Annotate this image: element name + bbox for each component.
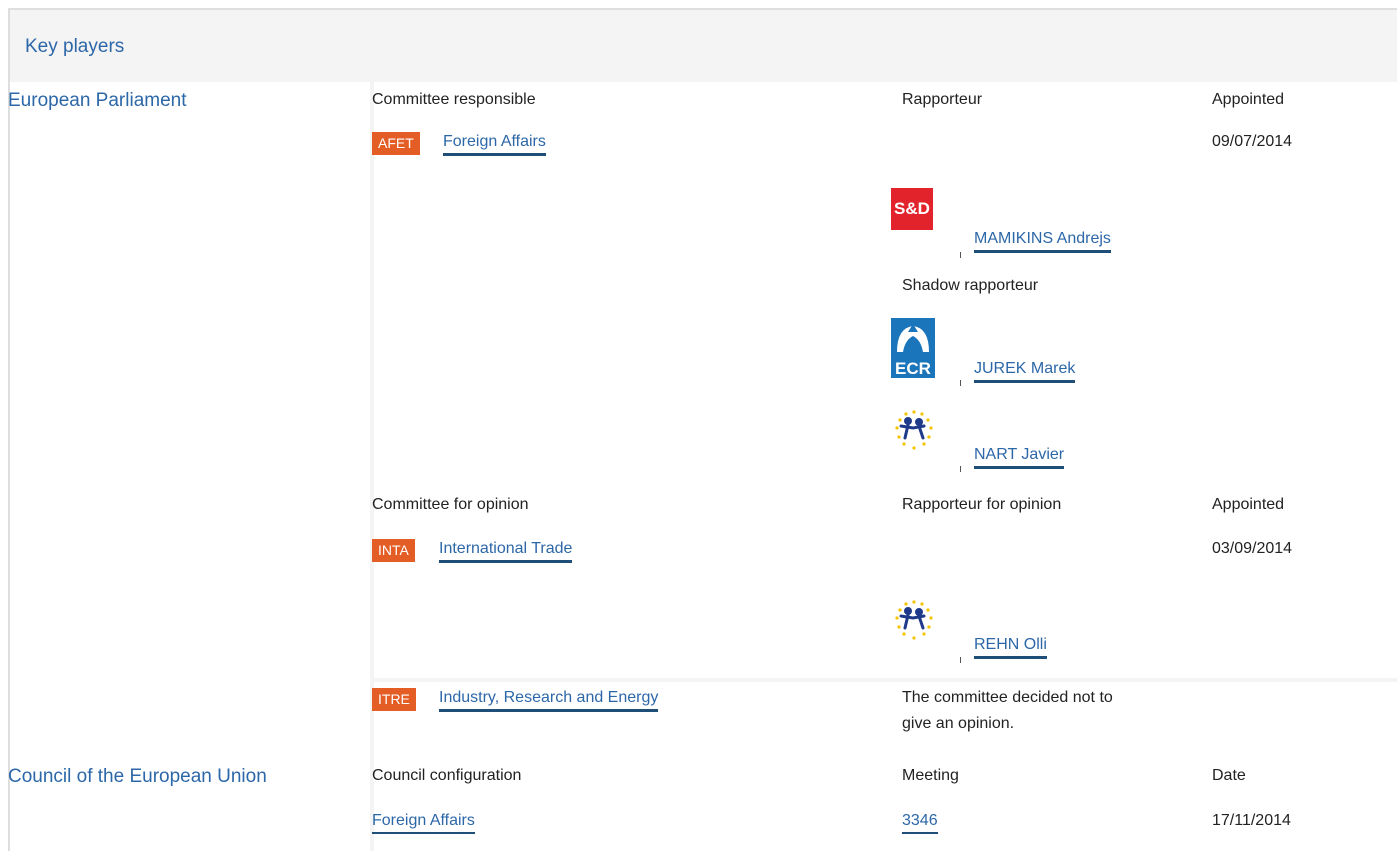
epp-logo-graphic (895, 410, 933, 450)
col-date: Date (1212, 767, 1246, 784)
sd-group-logo-icon: S&D (891, 188, 933, 230)
institution-european-parliament: European Parliament (8, 90, 187, 111)
tick-mark (960, 380, 961, 386)
svg-text:ECR: ECR (895, 359, 931, 378)
key-players-title: Key players (25, 36, 125, 57)
ecr-logo-graphic: ECR (895, 324, 931, 378)
epp-group-logo-icon (891, 406, 937, 462)
col-appointed-opinion: Appointed (1212, 496, 1285, 513)
committee-link-industry-research-energy[interactable]: Industry, Research and Energy (439, 689, 659, 712)
committee-badge-afet: AFET (372, 132, 420, 155)
tick-mark (960, 466, 961, 472)
col-rapporteur: Rapporteur (902, 91, 983, 108)
no-opinion-note-line1: The committee decided not to (902, 689, 1113, 706)
shadow-rapporteur-link-2[interactable]: NART Javier (974, 446, 1065, 469)
ecr-group-logo-icon: ECR (891, 318, 935, 378)
col-appointed: Appointed (1212, 91, 1285, 108)
key-players-header: Key players (8, 8, 1397, 82)
appointed-date: 09/07/2014 (1212, 133, 1293, 150)
committee-badge-inta: INTA (372, 539, 415, 562)
rapporteur-link[interactable]: MAMIKINS Andrejs (974, 230, 1111, 253)
shadow-rapporteur-link-1[interactable]: JUREK Marek (974, 360, 1076, 383)
no-opinion-note-line2: give an opinion. (902, 715, 1015, 732)
col-committee-opinion: Committee for opinion (372, 496, 529, 513)
col-meeting: Meeting (902, 767, 959, 784)
epp-group-logo-icon (891, 596, 937, 652)
opinion-rapporteur-link[interactable]: REHN Olli (974, 636, 1047, 659)
committee-responsible-block (374, 82, 1397, 678)
committee-link-international-trade[interactable]: International Trade (439, 540, 573, 563)
council-configuration-link[interactable]: Foreign Affairs (372, 812, 475, 834)
committee-badge-itre: ITRE (372, 688, 416, 711)
institution-council: Council of the European Union (8, 766, 267, 787)
epp-logo-graphic (895, 600, 933, 640)
council-date: 17/11/2014 (1212, 812, 1291, 829)
tick-mark (960, 657, 961, 663)
shadow-rapporteur-label: Shadow rapporteur (902, 277, 1039, 294)
tick-mark (960, 252, 961, 258)
col-committee-responsible: Committee responsible (372, 91, 536, 108)
col-council-configuration: Council configuration (372, 767, 522, 784)
committee-link-foreign-affairs[interactable]: Foreign Affairs (443, 133, 546, 156)
col-rapporteur-opinion: Rapporteur for opinion (902, 496, 1062, 513)
appointed-date-inta: 03/09/2014 (1212, 540, 1293, 557)
meeting-link[interactable]: 3346 (902, 812, 938, 834)
